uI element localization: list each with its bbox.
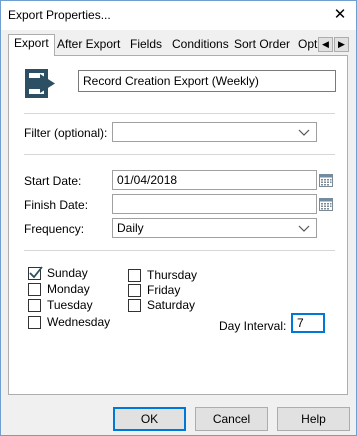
calendar-icon[interactable]: [319, 197, 333, 211]
day-label-friday: Friday: [147, 283, 181, 297]
day-label-tuesday: Tuesday: [47, 298, 93, 312]
cancel-button[interactable]: Cancel: [195, 407, 268, 431]
finish-date-input[interactable]: [112, 194, 317, 214]
start-date-input[interactable]: 01/04/2018: [112, 170, 317, 190]
tab-fields[interactable]: Fields: [125, 36, 167, 55]
finish-date-label: Finish Date:: [24, 198, 89, 212]
export-icon: [24, 68, 58, 100]
tab-scroll-right-button[interactable]: ▶: [334, 37, 349, 52]
checkmark-icon: [29, 266, 43, 279]
tab-conditions[interactable]: Conditions: [167, 36, 234, 55]
day-label-sunday: Sunday: [47, 266, 88, 280]
day-interval-input[interactable]: 7: [291, 313, 325, 333]
day-label-thursday: Thursday: [147, 268, 198, 282]
title-bar: Export Properties... ✕: [1, 1, 356, 30]
separator: [24, 250, 335, 251]
export-name-input[interactable]: Record Creation Export (Weekly): [78, 70, 336, 92]
tab-export[interactable]: Export: [8, 34, 55, 56]
checkbox[interactable]: [128, 299, 141, 312]
frequency-combo[interactable]: Daily: [112, 218, 317, 238]
export-tab-page: Record Creation Export (Weekly) Filter (…: [8, 55, 348, 395]
day-interval-label: Day Interval:: [219, 319, 287, 333]
separator: [24, 113, 335, 114]
checkbox[interactable]: [28, 266, 43, 280]
checkbox[interactable]: [128, 284, 141, 297]
filter-combo[interactable]: [112, 122, 317, 142]
start-date-value: 01/04/2018: [117, 173, 178, 187]
calendar-icon[interactable]: [319, 173, 333, 187]
window-title: Export Properties...: [8, 8, 111, 22]
checkbox[interactable]: [28, 316, 41, 329]
filter-label: Filter (optional):: [24, 126, 108, 140]
start-date-label: Start Date:: [24, 174, 82, 188]
tab-scroll-left-button[interactable]: ◀: [318, 37, 333, 52]
frequency-label: Frequency:: [24, 222, 85, 236]
close-button[interactable]: ✕: [328, 4, 352, 26]
day-label-saturday: Saturday: [147, 298, 196, 312]
ok-button[interactable]: OK: [113, 407, 186, 431]
day-label-wednesday: Wednesday: [47, 315, 111, 329]
tab-sort-order[interactable]: Sort Order: [229, 36, 295, 55]
day-label-monday: Monday: [47, 282, 90, 296]
dialog-body: Export After Export Fields Conditions So…: [1, 30, 356, 435]
frequency-value: Daily: [117, 221, 144, 235]
chevron-down-icon: [298, 225, 310, 232]
checkbox[interactable]: [128, 269, 141, 282]
help-button[interactable]: Help: [277, 407, 350, 431]
checkbox[interactable]: [28, 299, 41, 312]
checkbox[interactable]: [28, 283, 41, 296]
tab-after-export[interactable]: After Export: [52, 36, 125, 55]
chevron-down-icon: [298, 129, 310, 136]
export-properties-dialog: Export Properties... ✕ Export After Expo…: [0, 0, 357, 436]
tab-strip: Export After Export Fields Conditions So…: [8, 34, 349, 56]
separator: [24, 154, 335, 155]
